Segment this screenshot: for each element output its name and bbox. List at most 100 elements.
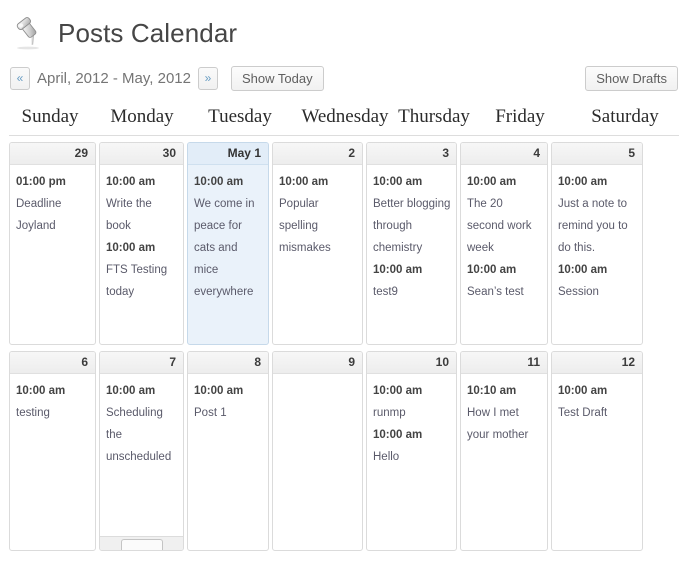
event-title[interactable]: Post 1 xyxy=(194,402,263,424)
event-time: 10:00 am xyxy=(106,385,156,397)
day-events: 01:00 pm Deadline Joyland xyxy=(10,165,95,344)
calendar-day-cell[interactable]: 11 10:10 am How I met your mother xyxy=(460,351,548,551)
day-events: 10:00 am Better blogging through chemistr… xyxy=(367,165,456,344)
calendar-day-cell[interactable]: 3 10:00 am Better blogging through chemist… xyxy=(366,142,457,345)
prev-period-button[interactable]: « xyxy=(10,66,30,90)
calendar-day-cell[interactable]: 6 10:00 am testing xyxy=(9,351,96,551)
event-time: 10:00 am xyxy=(106,176,156,188)
day-events: 10:00 am Just a note to remind you to do … xyxy=(552,165,642,344)
event-title[interactable]: FTS Testing today xyxy=(106,259,178,303)
date-range-label: April, 2012 - May, 2012 xyxy=(37,69,191,87)
calendar-toolbar: « April, 2012 - May, 2012 » Show Today S… xyxy=(0,58,688,98)
event-time: 10:00 am xyxy=(106,242,156,254)
calendar-weeks: 29 01:00 pm Deadline Joyland 30 10:00 am Writ… xyxy=(9,142,679,551)
event-time: 10:10 am xyxy=(467,385,517,397)
event-title[interactable]: Scheduling the unscheduled xyxy=(106,402,178,468)
event-title[interactable]: Write the book xyxy=(106,193,178,237)
day-number: 29 xyxy=(10,143,95,165)
day-number: 3 xyxy=(367,143,456,165)
event-time: 10:00 am xyxy=(373,264,423,276)
weekday-header-tuesday: Tuesday xyxy=(208,105,272,127)
pushpin-icon xyxy=(8,11,52,55)
day-number: 9 xyxy=(273,352,362,374)
weekday-header-thursday: Thursday xyxy=(398,105,470,127)
show-drafts-button[interactable]: Show Drafts xyxy=(585,66,678,91)
day-number: 7 xyxy=(100,352,183,374)
event-time: 10:00 am xyxy=(373,176,423,188)
event-title[interactable]: Session xyxy=(558,281,637,303)
page-title: Posts Calendar xyxy=(58,18,238,48)
calendar-day-cell[interactable]: May 1 10:00 am We come in peace for cats a… xyxy=(187,142,269,345)
day-events: 10:00 am The 20 second work week 10:00 am S… xyxy=(461,165,547,344)
day-number: 6 xyxy=(10,352,95,374)
event-time: 10:00 am xyxy=(467,264,517,276)
day-number: May 1 xyxy=(188,143,268,165)
event-title[interactable]: Better blogging through chemistry xyxy=(373,193,451,259)
day-number: 30 xyxy=(100,143,183,165)
event-time: 10:00 am xyxy=(558,176,608,188)
day-number: 4 xyxy=(461,143,547,165)
event-title[interactable]: The 20 second work week xyxy=(467,193,542,259)
weekday-header-wednesday: Wednesday xyxy=(301,105,389,127)
day-number: 2 xyxy=(273,143,362,165)
event-title[interactable]: Deadline Joyland xyxy=(16,193,90,237)
day-number: 5 xyxy=(552,143,642,165)
day-events: 10:10 am How I met your mother xyxy=(461,374,547,550)
calendar-day-cell[interactable]: 4 10:00 am The 20 second work week 10:00 am… xyxy=(460,142,548,345)
event-time: 10:00 am xyxy=(279,176,329,188)
event-time: 10:00 am xyxy=(558,385,608,397)
event-title[interactable]: Just a note to remind you to do this. xyxy=(558,193,637,259)
event-time: 10:00 am xyxy=(194,385,244,397)
event-time: 10:00 am xyxy=(467,176,517,188)
event-title[interactable]: Test Draft xyxy=(558,402,637,424)
day-number: 8 xyxy=(188,352,268,374)
day-events: 10:00 am runmp 10:00 am Hello xyxy=(367,374,456,550)
event-title[interactable]: We come in peace for cats and mice every… xyxy=(194,193,263,303)
event-title[interactable]: test9 xyxy=(373,281,451,303)
calendar-day-cell[interactable]: 5 10:00 am Just a note to remind you to do… xyxy=(551,142,643,345)
page-header: Posts Calendar xyxy=(0,0,688,58)
calendar-day-cell[interactable]: 30 10:00 am Write the book 10:00 am FTS Test… xyxy=(99,142,184,345)
weekday-header-saturday: Saturday xyxy=(591,105,659,127)
calendar-day-cell[interactable]: 29 01:00 pm Deadline Joyland xyxy=(9,142,96,345)
event-title[interactable]: Popular spelling mismakes xyxy=(279,193,357,259)
day-number: 10 xyxy=(367,352,456,374)
day-number: 11 xyxy=(461,352,547,374)
weekday-header-row: Sunday Monday Tuesday Wednesday Thursday Frid… xyxy=(9,98,679,136)
day-cell-footer xyxy=(100,536,183,550)
event-time: 01:00 pm xyxy=(16,176,66,188)
calendar: Sunday Monday Tuesday Wednesday Thursday Frid… xyxy=(0,98,688,551)
calendar-day-cell[interactable]: 8 10:00 am Post 1 xyxy=(187,351,269,551)
calendar-day-cell[interactable]: 2 10:00 am Popular spelling mismakes xyxy=(272,142,363,345)
calendar-day-cell[interactable]: 12 10:00 am Test Draft xyxy=(551,351,643,551)
event-title[interactable]: Sean’s test xyxy=(467,281,542,303)
next-period-button[interactable]: » xyxy=(197,66,218,90)
day-events: 10:00 am We come in peace for cats and mi… xyxy=(188,165,268,344)
calendar-week-row: 6 10:00 am testing 7 10:00 am Scheduling the … xyxy=(9,351,679,551)
day-events: 10:00 am Popular spelling mismakes xyxy=(273,165,362,344)
day-events: 10:00 am Post 1 xyxy=(188,374,268,550)
day-events: 10:00 am Scheduling the unscheduled xyxy=(100,374,183,550)
event-time: 10:00 am xyxy=(16,385,66,397)
event-title[interactable]: runmp xyxy=(373,402,451,424)
add-post-button[interactable] xyxy=(120,539,163,550)
day-events xyxy=(273,374,362,550)
calendar-day-cell[interactable]: 7 10:00 am Scheduling the unscheduled xyxy=(99,351,184,551)
day-events: 10:00 am Test Draft xyxy=(552,374,642,550)
day-events: 10:00 am testing xyxy=(10,374,95,550)
weekday-header-sunday: Sunday xyxy=(21,105,79,127)
event-title[interactable]: Hello xyxy=(373,446,451,468)
event-time: 10:00 am xyxy=(194,176,244,188)
event-time: 10:00 am xyxy=(558,264,608,276)
event-time: 10:00 am xyxy=(373,385,423,397)
day-number: 12 xyxy=(552,352,642,374)
calendar-day-cell[interactable]: 10 10:00 am runmp 10:00 am Hello xyxy=(366,351,457,551)
calendar-week-row: 29 01:00 pm Deadline Joyland 30 10:00 am Writ… xyxy=(9,142,679,345)
event-title[interactable]: testing xyxy=(16,402,90,424)
weekday-header-monday: Monday xyxy=(110,105,174,127)
event-time: 10:00 am xyxy=(373,429,423,441)
weekday-header-friday: Friday xyxy=(495,105,545,127)
event-title[interactable]: How I met your mother xyxy=(467,402,542,446)
calendar-day-cell[interactable]: 9 xyxy=(272,351,363,551)
show-today-button[interactable]: Show Today xyxy=(230,65,324,91)
